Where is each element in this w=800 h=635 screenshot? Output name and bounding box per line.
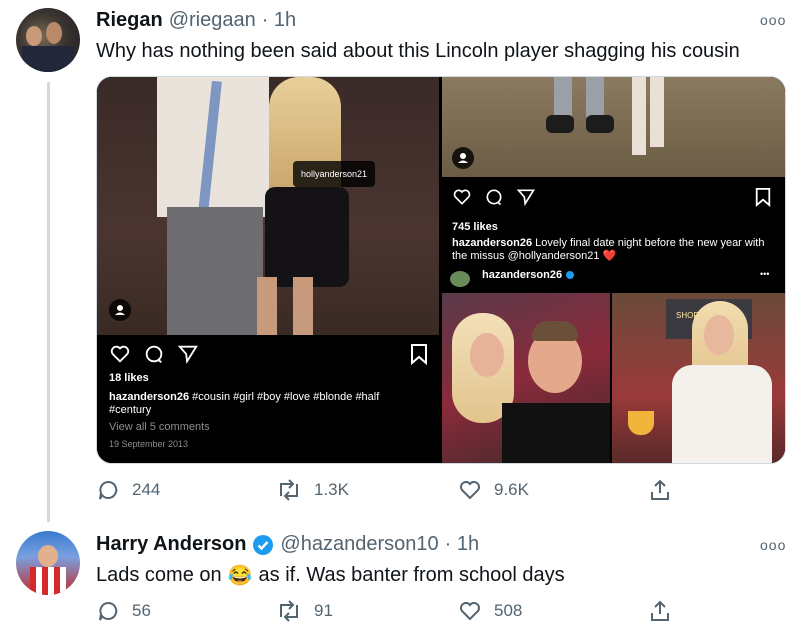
reply-icon (99, 601, 118, 621)
avatar-face (38, 545, 58, 567)
more-options-icon[interactable]: ooo (760, 12, 786, 28)
like-button[interactable]: 9.6K (458, 478, 529, 502)
retweet-icon (280, 479, 298, 501)
timestamp[interactable]: · 1h (262, 9, 296, 32)
retweet-button[interactable]: 1.3K (276, 478, 349, 502)
heart-icon (460, 481, 480, 500)
tweet-header: Riegan @riegaan · 1h (96, 9, 296, 32)
tweet-header: Harry Anderson @hazanderson10 · 1h (96, 533, 479, 556)
retweet-button[interactable]: 91 (276, 599, 333, 623)
post-username[interactable]: hazanderson26 (482, 269, 562, 281)
photo-feet (442, 77, 785, 177)
user-handle[interactable]: @riegaan (169, 9, 256, 32)
share-icon (651, 600, 669, 621)
view-comments-link[interactable]: View all 5 comments (109, 421, 210, 433)
user-tag-icon[interactable] (109, 299, 131, 321)
comment-icon[interactable] (484, 187, 504, 207)
leg (586, 77, 604, 117)
bookmark-icon[interactable] (409, 343, 429, 365)
more-options-icon[interactable]: ••• (760, 269, 769, 279)
avatar[interactable] (16, 531, 80, 595)
laughing-emoji-icon: 😂 (227, 565, 253, 587)
like-button[interactable]: 508 (458, 599, 522, 623)
avatar-face (26, 26, 42, 46)
reply-button[interactable]: 244 (96, 478, 160, 502)
man-hair (532, 321, 578, 341)
bookmark-icon[interactable] (754, 187, 772, 207)
heart-icon (460, 602, 480, 621)
heart-icon[interactable] (109, 343, 131, 365)
retweet-count: 91 (314, 601, 333, 620)
tweet-text: Why has nothing been said about this Lin… (96, 40, 740, 62)
instagram-post-right-top: 745 likes hazanderson26 Lovely final dat… (442, 77, 785, 267)
avatar[interactable] (450, 271, 470, 287)
share-icon[interactable] (516, 187, 536, 207)
reply-button[interactable]: 56 (96, 599, 151, 623)
caption-user[interactable]: hazanderson26 (452, 237, 532, 249)
verified-badge-icon (253, 534, 274, 555)
post-caption: hazanderson26 Lovely final date night be… (452, 237, 772, 263)
more-options-icon[interactable]: ooo (760, 537, 786, 553)
photo-tag[interactable]: hollyanderson21 (293, 161, 376, 187)
tweet-media[interactable]: hollyanderson21 18 likes hazanderson26 #… (96, 76, 786, 464)
boot (650, 77, 664, 147)
woman-top (672, 365, 772, 463)
reply-count: 244 (132, 480, 161, 499)
share-icon (651, 479, 669, 500)
tag-label: hollyanderson21 (301, 169, 368, 179)
ig-actions (109, 343, 199, 365)
display-name[interactable]: Harry Anderson (96, 533, 246, 556)
avatar-body (22, 46, 74, 72)
shoe (546, 115, 574, 133)
photo-woman: SHOR (612, 293, 785, 463)
verified-icon (566, 271, 575, 279)
likes-count: 745 likes (452, 221, 498, 233)
ig-actions (452, 187, 536, 207)
reply-icon (99, 480, 118, 500)
post-header: hazanderson26 (482, 269, 575, 281)
shoe (586, 115, 614, 133)
comment-icon[interactable] (143, 343, 165, 365)
instagram-post-right-bottom: hazanderson26 ••• SHOR (442, 269, 785, 463)
woman-face (704, 315, 734, 355)
leg (554, 77, 572, 117)
avatar-face (46, 22, 62, 44)
post-date: 19 September 2013 (109, 439, 189, 449)
retweet-icon (280, 600, 298, 622)
thread-line (47, 82, 50, 522)
man-trousers (167, 207, 263, 335)
avatar-shirt (30, 567, 66, 595)
woman-leg (257, 277, 277, 335)
photo-selfie (442, 293, 610, 463)
user-handle[interactable]: @hazanderson10 (280, 533, 438, 556)
woman-face (470, 333, 504, 377)
avatar[interactable] (16, 8, 80, 72)
caption-user[interactable]: hazanderson26 (109, 391, 189, 403)
photo-couple: hollyanderson21 (97, 77, 439, 335)
share-button[interactable] (648, 478, 672, 502)
timestamp[interactable]: · 1h (445, 533, 479, 556)
drink-glass (628, 411, 654, 435)
share-icon[interactable] (177, 343, 199, 365)
tweet-text: Lads come on 😂 as if. Was banter from sc… (96, 563, 565, 588)
likes-count: 18 likes (109, 372, 149, 384)
user-tag-icon[interactable] (452, 147, 474, 169)
like-count: 508 (494, 601, 523, 620)
retweet-count: 1.3K (314, 480, 349, 499)
tweet-text-start: Lads come on (96, 564, 222, 586)
post-caption: hazanderson26 #cousin #girl #boy #love #… (109, 391, 419, 417)
like-count: 9.6K (494, 480, 529, 499)
woman-leg (293, 277, 313, 335)
share-button[interactable] (648, 599, 672, 623)
woman-dress (265, 187, 349, 287)
heart-icon[interactable] (452, 187, 472, 207)
man-shirt (502, 403, 610, 463)
tweet-text-end: as if. Was banter from school days (258, 564, 565, 586)
display-name[interactable]: Riegan (96, 9, 163, 32)
reply-count: 56 (132, 601, 151, 620)
instagram-post-left: hollyanderson21 18 likes hazanderson26 #… (97, 77, 439, 463)
boot (632, 77, 646, 155)
